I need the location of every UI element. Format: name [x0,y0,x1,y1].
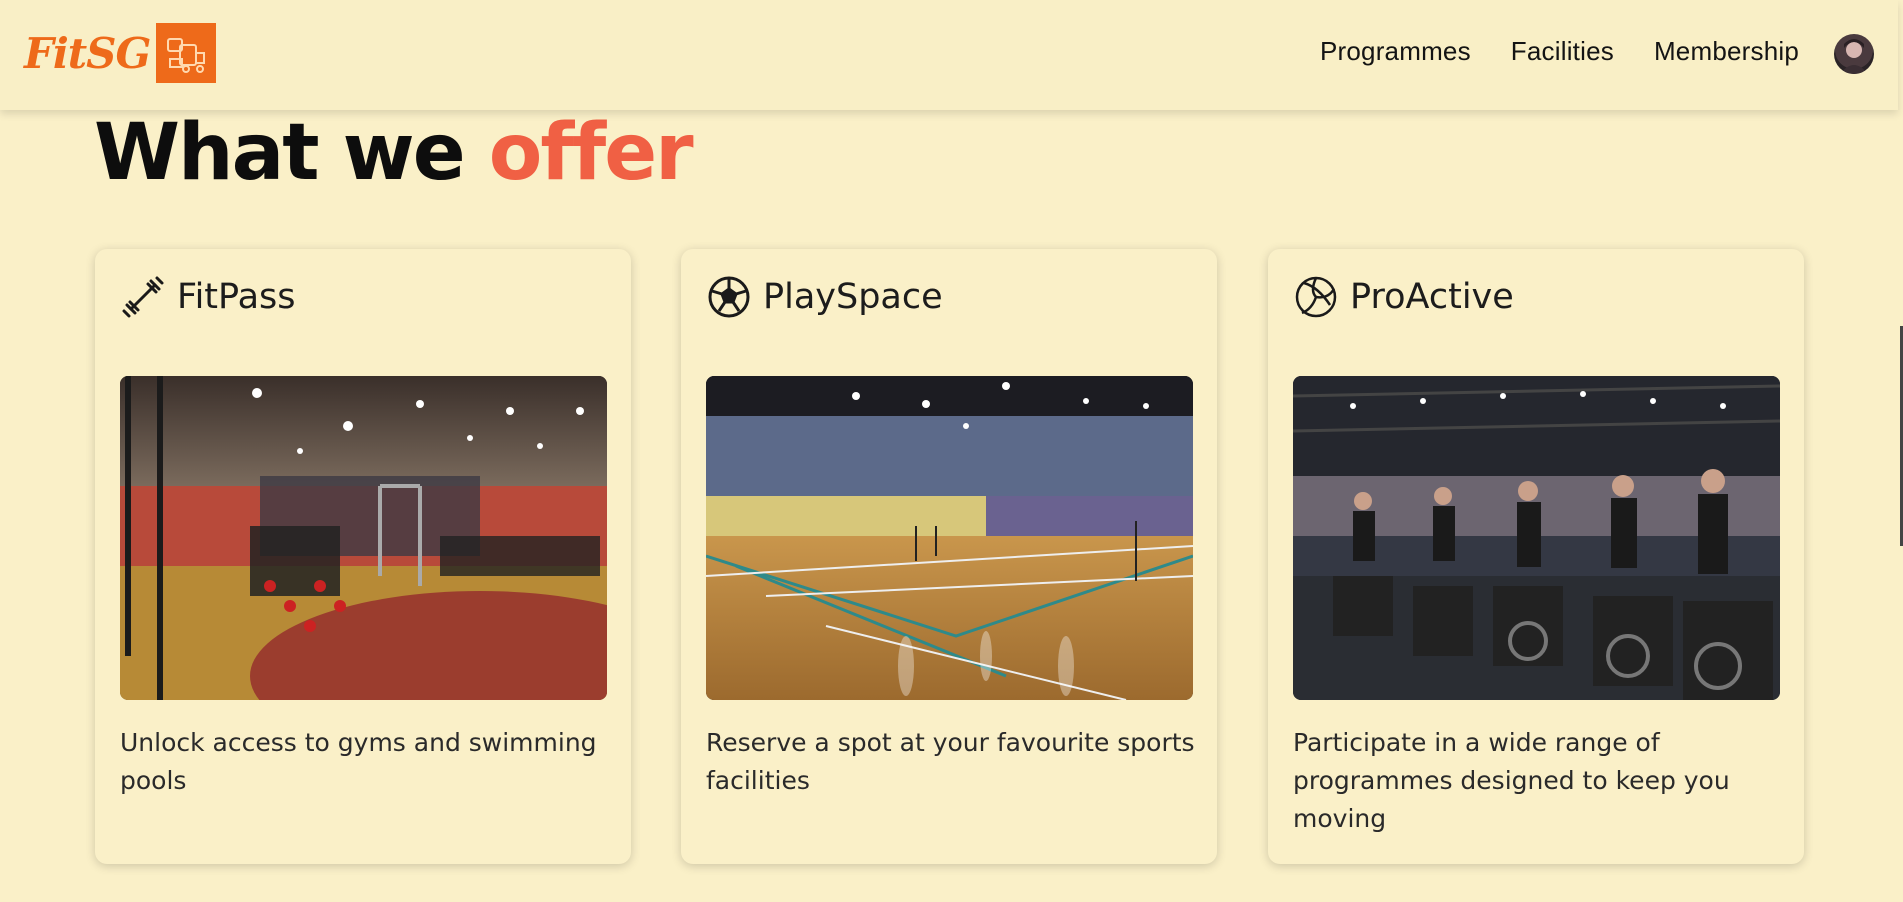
user-avatar[interactable] [1834,34,1874,74]
page-scrollbar[interactable] [1898,110,1903,902]
card-header: PlaySpace [707,275,943,319]
soccer-ball-icon [707,275,751,319]
logo-mark-icon [156,23,217,83]
offer-card-playspace[interactable]: PlaySpace Reserve a spot at your favouri… [681,249,1217,864]
main-nav: Programmes Facilities Membership [1320,36,1799,67]
top-navbar: FitSG Programmes Facilities Membership [0,0,1898,110]
card-title: ProActive [1350,277,1514,317]
offer-card-proactive[interactable]: ProActive Participate in a wide range of… [1268,249,1804,864]
dumbbell-icon [121,275,165,319]
volleyball-icon [1294,275,1338,319]
card-title: FitPass [177,277,296,317]
sports-hall-photo [706,376,1193,700]
card-title: PlaySpace [763,277,943,317]
heading-accent-text: offer [488,108,694,198]
card-description: Reserve a spot at your favourite sports … [706,728,1195,795]
offer-card-fitpass[interactable]: FitPass Unlock access to gyms and swimmi… [95,249,631,864]
card-description: Participate in a wide range of programme… [1293,728,1730,833]
card-header: FitPass [121,275,295,319]
spin-class-photo [1293,376,1780,700]
section-heading: What we offer [94,108,694,198]
brand-logo[interactable]: FitSG [24,22,217,84]
heading-text: What we [94,108,489,198]
gym-photo [120,376,607,700]
logo-text: FitSG [24,28,151,78]
card-header: ProActive [1294,275,1514,319]
nav-membership[interactable]: Membership [1654,36,1799,67]
card-description: Unlock access to gyms and swimming pools [120,728,597,795]
nav-programmes[interactable]: Programmes [1320,36,1471,67]
nav-facilities[interactable]: Facilities [1511,36,1614,67]
